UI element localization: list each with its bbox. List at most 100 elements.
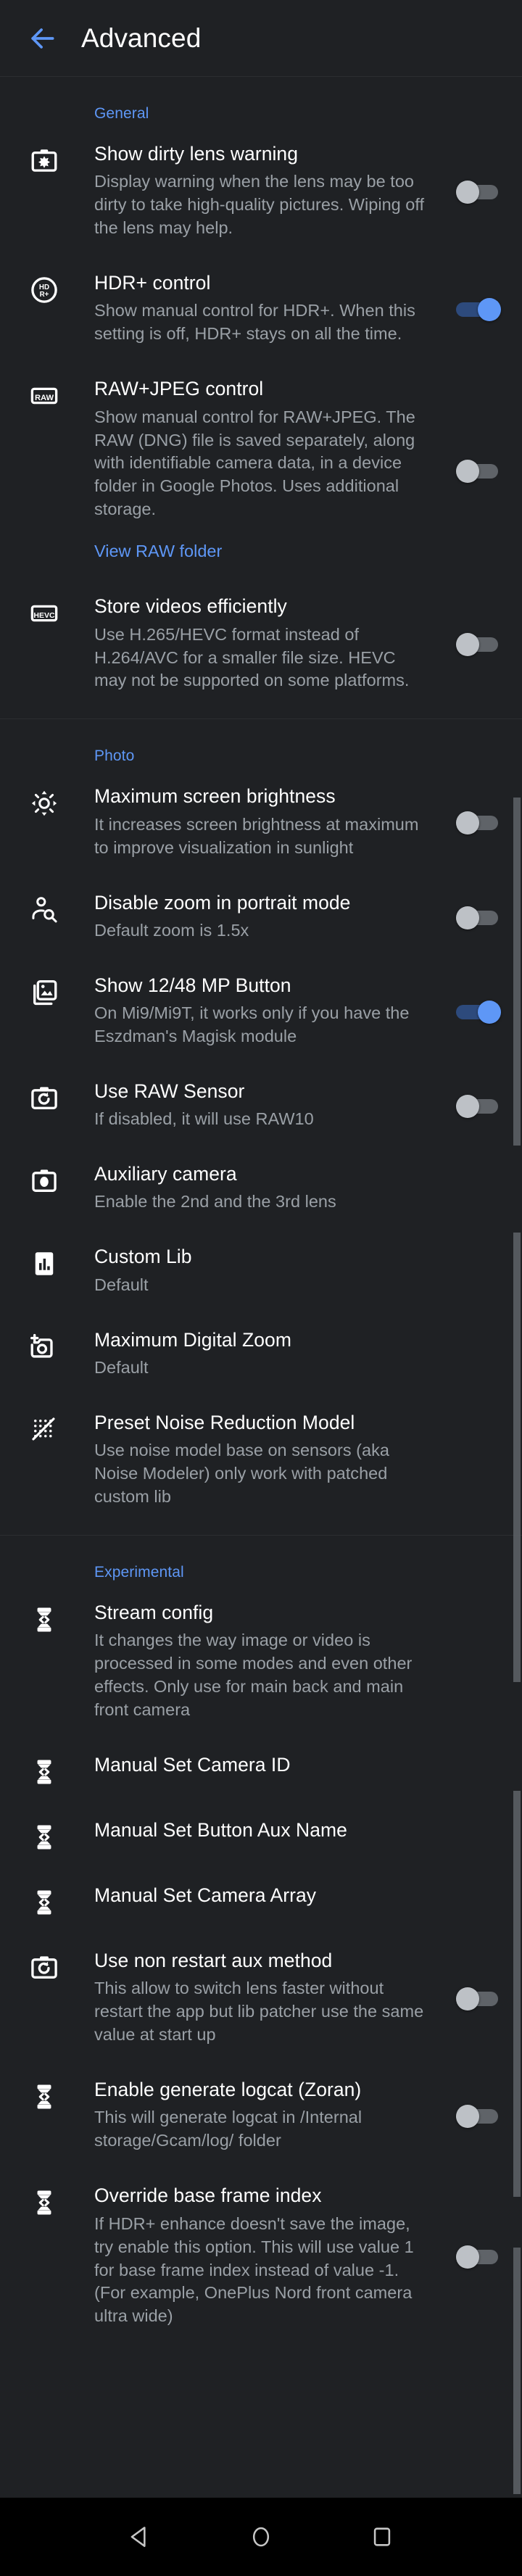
arrow-left-icon [26, 22, 58, 54]
setting-item-use-non-restart-aux-method[interactable]: Use non restart aux method This allow to … [0, 1934, 522, 2063]
setting-control-raw-jpeg-control[interactable] [435, 460, 522, 484]
setting-control-show-12-48-mp-button[interactable] [435, 1000, 522, 1024]
setting-text-maximum-digital-zoom: Maximum Digital Zoom Default [94, 1329, 435, 1380]
setting-text-store-videos-efficiently: Store videos efficiently Use H.265/HEVC f… [94, 595, 435, 692]
setting-title-override-base-frame-index: Override base frame index [94, 2184, 322, 2207]
setting-summary-show-dirty-lens-warning: Display warning when the lens may be too… [94, 172, 425, 238]
setting-control-use-non-restart-aux-method[interactable] [435, 1987, 522, 2011]
setting-item-manual-set-camera-id[interactable]: Manual Set Camera ID [0, 1738, 522, 1803]
system-navigation-bar [0, 2498, 522, 2576]
bar-chart-doc-icon [25, 1246, 64, 1279]
grain-off-icon [25, 1412, 64, 1445]
setting-item-override-base-frame-index[interactable]: Override base frame index If HDR+ enhance… [0, 2169, 522, 2344]
scrollbar-thumb-2[interactable] [513, 1791, 521, 2197]
code-phone-icon [25, 1754, 64, 1787]
nav-recents-button[interactable] [349, 2504, 415, 2569]
setting-summary-override-base-frame-index: If HDR+ enhance doesn't save the image, … [94, 2213, 414, 2326]
setting-control-maximum-screen-brightness[interactable] [435, 811, 522, 835]
toggle-use-non-restart-aux-method[interactable] [456, 1987, 501, 2011]
setting-summary-show-12-48-mp-button: On Mi9/Mi9T, it works only if you have t… [94, 1003, 410, 1046]
setting-title-disable-zoom-in-portrait-mode: Disable zoom in portrait mode [94, 891, 351, 914]
setting-item-show-12-48-mp-button[interactable]: Show 12/48 MP Button On Mi9/Mi9T, it work… [0, 958, 522, 1064]
toggle-thumb [456, 633, 479, 657]
setting-item-disable-zoom-in-portrait-mode[interactable]: Disable zoom in portrait mode Default zoo… [0, 876, 522, 958]
setting-title-preset-noise-reduction-model: Preset Noise Reduction Model [94, 1411, 355, 1433]
setting-title-maximum-screen-brightness: Maximum screen brightness [94, 785, 336, 808]
settings-list[interactable]: General Show dirty lens warning Display w… [0, 77, 522, 2354]
code-phone-icon [25, 1819, 64, 1852]
setting-control-show-dirty-lens-warning[interactable] [435, 181, 522, 204]
setting-item-preset-noise-reduction-model[interactable]: Preset Noise Reduction Model Use noise mo… [0, 1396, 522, 1525]
toggle-maximum-screen-brightness[interactable] [456, 811, 501, 835]
nav-back-icon [126, 2523, 154, 2551]
setting-control-enable-generate-logcat-zoran[interactable] [435, 2105, 522, 2129]
scrollbar-thumb-3[interactable] [513, 2248, 521, 2494]
nav-home-button[interactable] [228, 2504, 294, 2569]
setting-control-disable-zoom-in-portrait-mode[interactable] [435, 906, 522, 929]
nav-back-button[interactable] [107, 2504, 173, 2569]
section-general: General Show dirty lens warning Display w… [0, 77, 522, 720]
toggle-store-videos-efficiently[interactable] [456, 633, 501, 657]
camera-lens-icon [25, 1163, 64, 1196]
setting-item-manual-set-button-aux-name[interactable]: Manual Set Button Aux Name [0, 1803, 522, 1868]
hevc-badge-icon: HEVC [25, 595, 64, 629]
toggle-show-dirty-lens-warning[interactable] [456, 181, 501, 204]
toggle-override-base-frame-index[interactable] [456, 2245, 501, 2269]
toggle-hdr-plus-control[interactable] [456, 298, 501, 322]
nav-home-icon [247, 2523, 275, 2551]
setting-title-show-dirty-lens-warning: Show dirty lens warning [94, 143, 299, 165]
toggle-enable-generate-logcat-zoran[interactable] [456, 2105, 501, 2129]
setting-summary-enable-generate-logcat-zoran: This will generate logcat in /Internal s… [94, 2108, 362, 2150]
setting-summary-maximum-screen-brightness: It increases screen brightness at maximu… [94, 814, 419, 857]
setting-link-raw-jpeg-control[interactable]: View RAW folder [94, 540, 425, 563]
setting-control-override-base-frame-index[interactable] [435, 2245, 522, 2269]
setting-item-enable-generate-logcat-zoran[interactable]: Enable generate logcat (Zoran) This will … [0, 2063, 522, 2169]
scrollbar-thumb-0[interactable] [513, 798, 521, 1146]
toggle-use-raw-sensor[interactable] [456, 1095, 501, 1119]
toggle-thumb [478, 298, 501, 322]
toggle-thumb [478, 1000, 501, 1024]
setting-item-maximum-digital-zoom[interactable]: Maximum Digital Zoom Default [0, 1313, 522, 1396]
setting-item-show-dirty-lens-warning[interactable]: Show dirty lens warning Display warning w… [0, 127, 522, 256]
setting-control-use-raw-sensor[interactable] [435, 1095, 522, 1119]
toggle-thumb [456, 181, 479, 204]
setting-item-use-raw-sensor[interactable]: Use RAW Sensor If disabled, it will use R… [0, 1064, 522, 1147]
setting-control-hdr-plus-control[interactable] [435, 298, 522, 322]
toggle-thumb [456, 1987, 479, 2011]
setting-title-manual-set-button-aux-name: Manual Set Button Aux Name [94, 1819, 347, 1842]
scrollbar-thumb-1[interactable] [513, 1233, 521, 1682]
camera-flip-icon [25, 1080, 64, 1114]
setting-text-override-base-frame-index: Override base frame index If HDR+ enhance… [94, 2184, 435, 2328]
toggle-raw-jpeg-control[interactable] [456, 460, 501, 484]
setting-text-use-raw-sensor: Use RAW Sensor If disabled, it will use R… [94, 1080, 435, 1131]
hdr-plus-circle-icon: HD R+ [25, 272, 64, 305]
setting-item-manual-set-camera-array[interactable]: Manual Set Camera Array [0, 1868, 522, 1934]
setting-title-custom-lib: Custom Lib [94, 1246, 192, 1268]
setting-text-stream-config: Stream config It changes the way image or… [94, 1602, 435, 1722]
setting-summary-raw-jpeg-control: Show manual control for RAW+JPEG. The RA… [94, 407, 415, 519]
section-photo: Photo Maximum screen brightness It increa… [0, 719, 522, 1536]
toggle-show-12-48-mp-button[interactable] [456, 1000, 501, 1024]
person-search-icon [25, 892, 64, 925]
setting-title-auxiliary-camera: Auxiliary camera [94, 1163, 237, 1185]
page-title: Advanced [81, 23, 202, 53]
setting-item-stream-config[interactable]: Stream config It changes the way image or… [0, 1586, 522, 1738]
raw-badge-icon: RAW [25, 378, 64, 411]
setting-item-custom-lib[interactable]: Custom Lib Default [0, 1230, 522, 1312]
setting-item-hdr-plus-control[interactable]: HD R+ HDR+ control Show manual control fo… [0, 256, 522, 362]
section-title-photo: Photo [94, 747, 135, 765]
setting-item-raw-jpeg-control[interactable]: RAW RAW+JPEG control Show manual control … [0, 362, 522, 579]
section-title-general: General [94, 105, 149, 122]
setting-item-store-videos-efficiently[interactable]: HEVC Store videos efficiently Use H.265/H… [0, 579, 522, 708]
setting-text-manual-set-camera-id: Manual Set Camera ID [94, 1754, 435, 1776]
setting-item-auxiliary-camera[interactable]: Auxiliary camera Enable the 2nd and the 3… [0, 1147, 522, 1230]
setting-title-manual-set-camera-id: Manual Set Camera ID [94, 1754, 291, 1776]
setting-text-show-12-48-mp-button: Show 12/48 MP Button On Mi9/Mi9T, it work… [94, 974, 435, 1048]
setting-control-store-videos-efficiently[interactable] [435, 633, 522, 657]
svg-text:R+: R+ [40, 291, 49, 299]
setting-title-hdr-plus-control: HDR+ control [94, 272, 211, 294]
toggle-disable-zoom-in-portrait-mode[interactable] [456, 906, 501, 929]
toggle-thumb [456, 811, 479, 835]
back-button[interactable] [22, 18, 62, 59]
setting-item-maximum-screen-brightness[interactable]: Maximum screen brightness It increases sc… [0, 769, 522, 875]
